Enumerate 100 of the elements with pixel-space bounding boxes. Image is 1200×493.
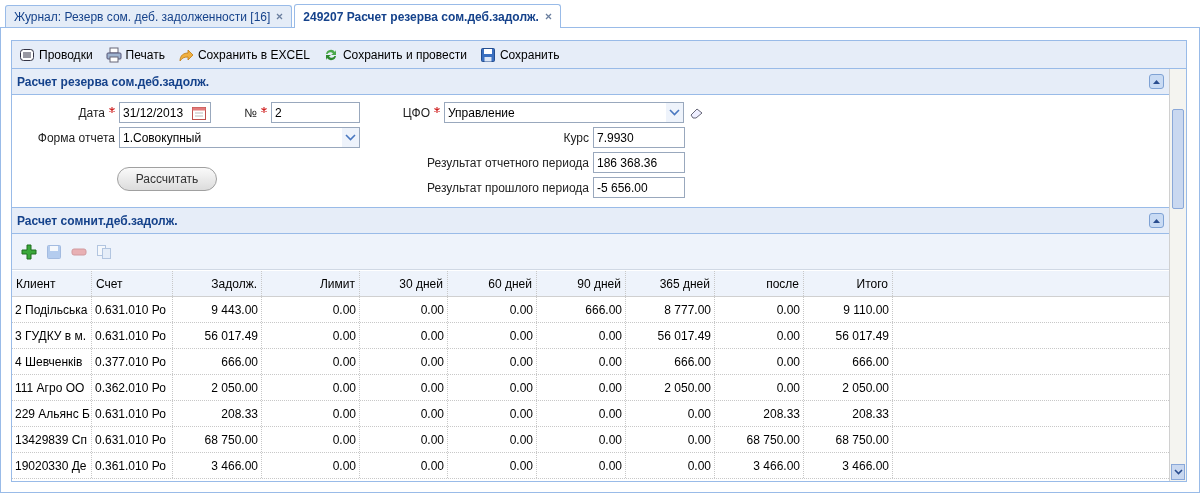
table-cell: 0.377.010 Ро (92, 349, 173, 374)
table-cell: 0.00 (448, 401, 537, 426)
table-cell: 0.631.010 Ро (92, 297, 173, 322)
table-cell: 208.33 (715, 401, 804, 426)
table-cell: 13429839 Сп (12, 427, 92, 452)
table-cell: 0.00 (262, 427, 360, 452)
table-cell: 68 750.00 (804, 427, 893, 452)
table-cell: 0.00 (715, 349, 804, 374)
panel-title: Расчет сомнит.деб.задолж. (17, 212, 178, 230)
column-header[interactable]: Лимит (262, 271, 360, 296)
collapse-button[interactable] (1149, 74, 1164, 89)
table-cell: 19020330 Де (12, 453, 92, 478)
table-cell: 0.00 (448, 349, 537, 374)
table-cell: 0.00 (537, 323, 626, 348)
table-cell: 3 466.00 (715, 453, 804, 478)
table-cell: 2 050.00 (804, 375, 893, 400)
triangle-up-icon (1153, 79, 1160, 84)
column-header[interactable]: Задолж. (173, 271, 262, 296)
required-asterisk-icon (261, 106, 267, 113)
calculate-button[interactable]: Рассчитать (117, 167, 217, 191)
table-cell: 0.00 (715, 323, 804, 348)
table-cell: 2 Подільська (12, 297, 92, 322)
field-label: ЦФО (402, 104, 430, 122)
calendar-icon (191, 104, 207, 121)
table-cell: 0.00 (448, 375, 537, 400)
column-header[interactable]: Итого (804, 271, 893, 296)
column-header[interactable]: 60 дней (448, 271, 537, 296)
table-cell: 0.00 (360, 349, 448, 374)
table-cell: 229 Альянс Б (12, 401, 92, 426)
table-cell: 0.00 (262, 323, 360, 348)
date-field[interactable]: 31/12/2013 (119, 102, 211, 123)
table-cell: 0.631.010 Ро (92, 323, 173, 348)
table-cell: 0.00 (537, 453, 626, 478)
dropdown-field[interactable]: Управление (444, 102, 684, 123)
scrollbar[interactable] (1169, 69, 1186, 481)
table-cell: 0.00 (360, 427, 448, 452)
table-cell: 0.00 (448, 427, 537, 452)
table-cell: 0.631.010 Ро (92, 401, 173, 426)
tab[interactable]: Журнал: Резерв сом. деб. задолженности [16] (5, 5, 293, 27)
toolbar-button[interactable]: Проводки (18, 43, 94, 66)
scroll-down-button[interactable] (1171, 464, 1185, 480)
dropdown-field[interactable]: 1.Совокупный (119, 127, 360, 148)
chevron-down-icon (345, 134, 356, 141)
table-cell: 68 750.00 (173, 427, 262, 452)
text-field[interactable]: 186 368.36 (593, 152, 685, 173)
table-cell: 0.00 (360, 323, 448, 348)
text-field[interactable]: -5 656.00 (593, 177, 685, 198)
scrollbar-thumb[interactable] (1172, 109, 1184, 209)
field-label: Курс (563, 129, 589, 147)
table-cell: 0.00 (448, 453, 537, 478)
table-cell: 0.00 (262, 349, 360, 374)
panel-title: Расчет резерва сом.деб.задолж. (17, 73, 210, 91)
field-label: Результат прошлого периода (427, 179, 589, 197)
table-cell: 0.00 (262, 401, 360, 426)
table-cell: 208.33 (173, 401, 262, 426)
table-cell: 8 777.00 (626, 297, 715, 322)
table-cell: 4 Шевченків (12, 349, 92, 374)
table-cell: 68 750.00 (715, 427, 804, 452)
table-cell: 0.00 (537, 349, 626, 374)
toolbar-button[interactable]: Сохранить (478, 43, 561, 66)
column-header[interactable]: 90 дней (537, 271, 626, 296)
number-field[interactable]: 2 (271, 102, 360, 123)
table-cell: 3 466.00 (173, 453, 262, 478)
table-cell: 0.00 (360, 375, 448, 400)
tab[interactable]: 249207 Расчет резерва сом.деб.задолж. (294, 4, 561, 28)
table-cell: 0.361.010 Ро (92, 453, 173, 478)
grid-tool-button[interactable] (21, 243, 37, 260)
close-icon (544, 13, 552, 20)
text-field[interactable]: 7.9930 (593, 127, 685, 148)
table-cell: 3 466.00 (804, 453, 893, 478)
table-cell: 0.00 (360, 401, 448, 426)
column-header[interactable]: Счет (92, 271, 173, 296)
toolbar-button[interactable]: Печать (104, 43, 166, 66)
table-cell: 56 017.49 (173, 323, 262, 348)
column-header[interactable]: 30 дней (360, 271, 448, 296)
column-header[interactable]: 365 дней (626, 271, 715, 296)
column-header[interactable]: после (715, 271, 804, 296)
required-asterisk-icon (434, 106, 440, 113)
table-cell: 0.00 (448, 297, 537, 322)
toolbar-button[interactable]: Сохранить и провести (321, 43, 468, 66)
table-cell: 0.00 (626, 427, 715, 452)
table-cell: 0.00 (715, 297, 804, 322)
required-asterisk-icon (109, 106, 115, 113)
toolbar-button[interactable]: Сохранить в EXCEL (176, 43, 311, 66)
collapse-button[interactable] (1149, 213, 1164, 228)
field-label: № (244, 104, 257, 122)
table-cell: 666.00 (626, 349, 715, 374)
table-cell: 9 443.00 (173, 297, 262, 322)
table-cell: 666.00 (804, 349, 893, 374)
field-label: Форма отчета (37, 129, 115, 147)
table-cell: 56 017.49 (626, 323, 715, 348)
table-cell: 0.00 (537, 427, 626, 452)
chevron-down-icon (1173, 469, 1183, 475)
table-cell: 208.33 (804, 401, 893, 426)
table-cell: 0.00 (262, 297, 360, 322)
table-cell: 0.00 (448, 323, 537, 348)
column-header[interactable]: Клиент (12, 271, 92, 296)
table-cell: 2 050.00 (626, 375, 715, 400)
table-cell: 2 050.00 (173, 375, 262, 400)
table-cell: 0.00 (537, 401, 626, 426)
